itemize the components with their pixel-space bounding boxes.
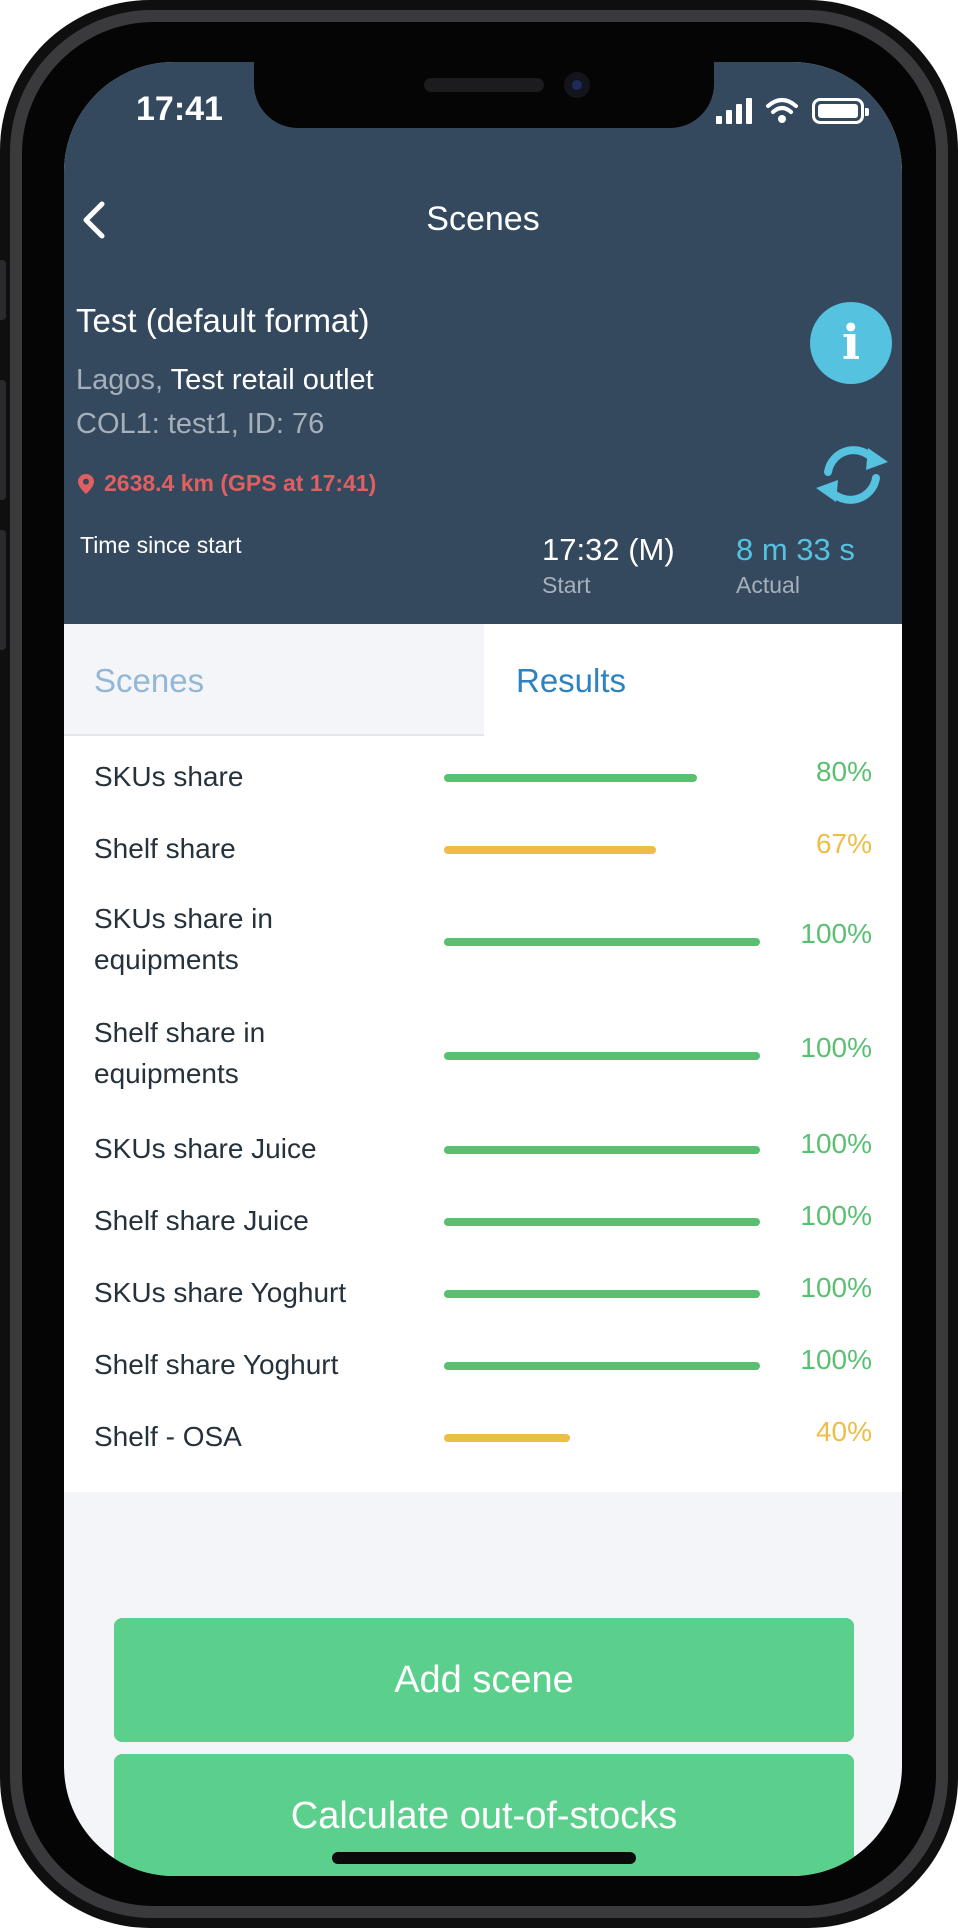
info-button[interactable]: i <box>810 302 892 384</box>
home-indicator <box>332 1852 636 1864</box>
result-value: 100% <box>800 918 872 949</box>
visit-title: Test (default format) <box>76 302 370 339</box>
page-title: Scenes <box>426 200 540 238</box>
tab-scenes[interactable]: Scenes <box>64 624 484 736</box>
result-bar <box>444 1146 760 1154</box>
outlet-name: Test retail outlet <box>170 364 374 396</box>
tab-scenes-label: Scenes <box>94 662 205 699</box>
result-bar <box>444 938 760 946</box>
result-bar <box>444 1052 760 1060</box>
city-name: Lagos, <box>76 364 164 396</box>
front-camera <box>564 72 590 98</box>
result-bar <box>444 1362 760 1370</box>
visit-header: 17:41 Scenes Test (default format) Lagos… <box>64 62 902 624</box>
result-value: 67% <box>815 828 872 859</box>
gps-distance: 2638.4 km (GPS at 17:41) <box>78 470 376 497</box>
speaker-grille <box>424 78 544 92</box>
battery-icon <box>812 98 869 124</box>
result-value: 100% <box>800 1344 872 1375</box>
result-value: 40% <box>815 1416 872 1447</box>
result-bar <box>444 1218 760 1226</box>
result-label: SKUs share <box>94 761 244 792</box>
result-label: Shelf - OSA <box>94 1421 242 1452</box>
result-bar <box>444 1434 570 1442</box>
cellular-signal-icon <box>716 98 752 124</box>
info-icon: i <box>841 315 861 371</box>
outlet-location: Lagos, Test retail outlet <box>76 364 374 397</box>
result-value: 100% <box>800 1032 872 1063</box>
wifi-icon <box>766 98 798 123</box>
actual-duration-value: 8 m 33 s <box>736 532 855 567</box>
add-scene-button[interactable]: Add scene <box>114 1618 854 1742</box>
result-label: Shelf share in equipments <box>94 1017 266 1089</box>
actual-duration-label: Actual <box>736 572 800 598</box>
start-time-value: 17:32 (M) <box>542 532 675 567</box>
sync-icon[interactable] <box>810 440 894 510</box>
status-icons <box>716 94 869 124</box>
result-label: SKUs share Yoghurt <box>94 1277 347 1308</box>
volume-up-button <box>0 380 6 500</box>
outlet-id: COL1: test1, ID: 76 <box>76 408 325 440</box>
notch <box>254 62 714 128</box>
tab-results[interactable]: Results <box>484 624 902 736</box>
result-row: Shelf - OSA 40% <box>64 1416 902 1474</box>
gps-distance-text: 2638.4 km (GPS at 17:41) <box>104 470 377 496</box>
result-value: 100% <box>800 1200 872 1231</box>
result-bar <box>444 1290 760 1298</box>
tab-results-label: Results <box>516 662 627 699</box>
tab-bar: Scenes Results <box>64 624 902 736</box>
result-value: 100% <box>800 1272 872 1303</box>
status-time: 17:41 <box>136 90 223 128</box>
result-label: Shelf share Yoghurt <box>94 1349 339 1380</box>
mute-switch <box>0 260 6 320</box>
result-label: SKUs share in equipments <box>94 903 273 975</box>
result-bar <box>444 846 656 854</box>
time-since-start-label: Time since start <box>80 532 242 558</box>
result-label: SKUs share Juice <box>94 1133 317 1164</box>
start-time-label: Start <box>542 572 591 598</box>
app-screen: 17:41 Scenes Test (default format) Lagos… <box>64 62 902 1876</box>
result-label: Shelf share Juice <box>94 1205 309 1236</box>
result-bar <box>444 774 697 782</box>
result-label: Shelf share <box>94 833 236 864</box>
phone-frame: 17:41 Scenes Test (default format) Lagos… <box>0 0 958 1928</box>
results-list: SKUs share 80% Shelf share 67% SKUs shar… <box>64 736 902 1396</box>
result-value: 100% <box>800 1128 872 1159</box>
volume-down-button <box>0 530 6 650</box>
result-value: 80% <box>815 756 872 787</box>
location-pin-icon <box>78 473 94 494</box>
